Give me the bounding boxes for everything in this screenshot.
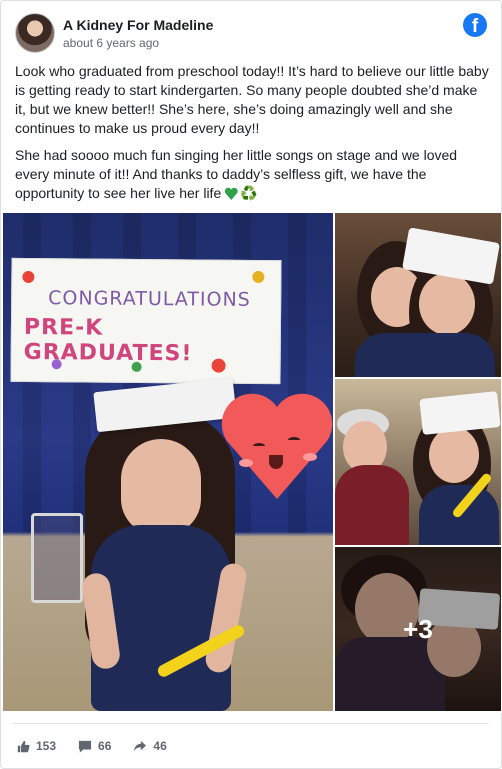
post-header: A Kidney For Madeline about 6 years ago … [13, 11, 489, 55]
like-count-value: 153 [36, 739, 57, 753]
thumbnail-photo-3[interactable]: +3 [335, 547, 501, 711]
main-photo[interactable]: CONGRATULATIONS PRE-K GRADUATES! [3, 213, 333, 711]
banner-line-1: CONGRATULATIONS [48, 287, 251, 311]
post-timestamp[interactable]: about 6 years ago [63, 36, 159, 50]
more-photos-count[interactable]: +3 [335, 547, 501, 711]
post-actions: 153 66 46 [17, 736, 189, 756]
share-arrow-icon [134, 740, 147, 752]
facebook-logo-icon[interactable]: f [463, 13, 487, 37]
thumbnail-photo-2[interactable] [335, 379, 501, 545]
like-count[interactable]: 153 [17, 739, 56, 753]
congratulations-banner: CONGRATULATIONS PRE-K GRADUATES! [10, 257, 282, 385]
green-heart-emoji [224, 187, 238, 200]
chair [31, 513, 83, 603]
comment-bubble-icon [78, 740, 92, 753]
thumbnail-photo-1[interactable] [335, 213, 501, 377]
share-count-value: 46 [153, 739, 167, 753]
thumbs-up-icon [17, 740, 30, 752]
post-paragraph-2: She had soooo much fun singing her littl… [15, 146, 491, 203]
footer-divider [13, 723, 489, 724]
share-count[interactable]: 46 [133, 739, 167, 753]
photo-gallery: CONGRATULATIONS PRE-K GRADUATES! +3 [1, 213, 502, 713]
comment-count-value: 66 [98, 739, 112, 753]
graduation-cap [93, 377, 237, 433]
banner-line-2: PRE-K GRADUATES! [23, 314, 193, 367]
post-card: A Kidney For Madeline about 6 years ago … [0, 0, 502, 769]
girl-face [121, 439, 201, 535]
page-name[interactable]: A Kidney For Madeline [63, 17, 213, 33]
page-avatar[interactable] [15, 13, 55, 53]
post-text: Look who graduated from preschool today!… [15, 62, 491, 211]
post-paragraph-1: Look who graduated from preschool today!… [15, 63, 489, 136]
recycle-emoji: ♻️ [240, 185, 258, 201]
comment-count[interactable]: 66 [78, 739, 111, 753]
